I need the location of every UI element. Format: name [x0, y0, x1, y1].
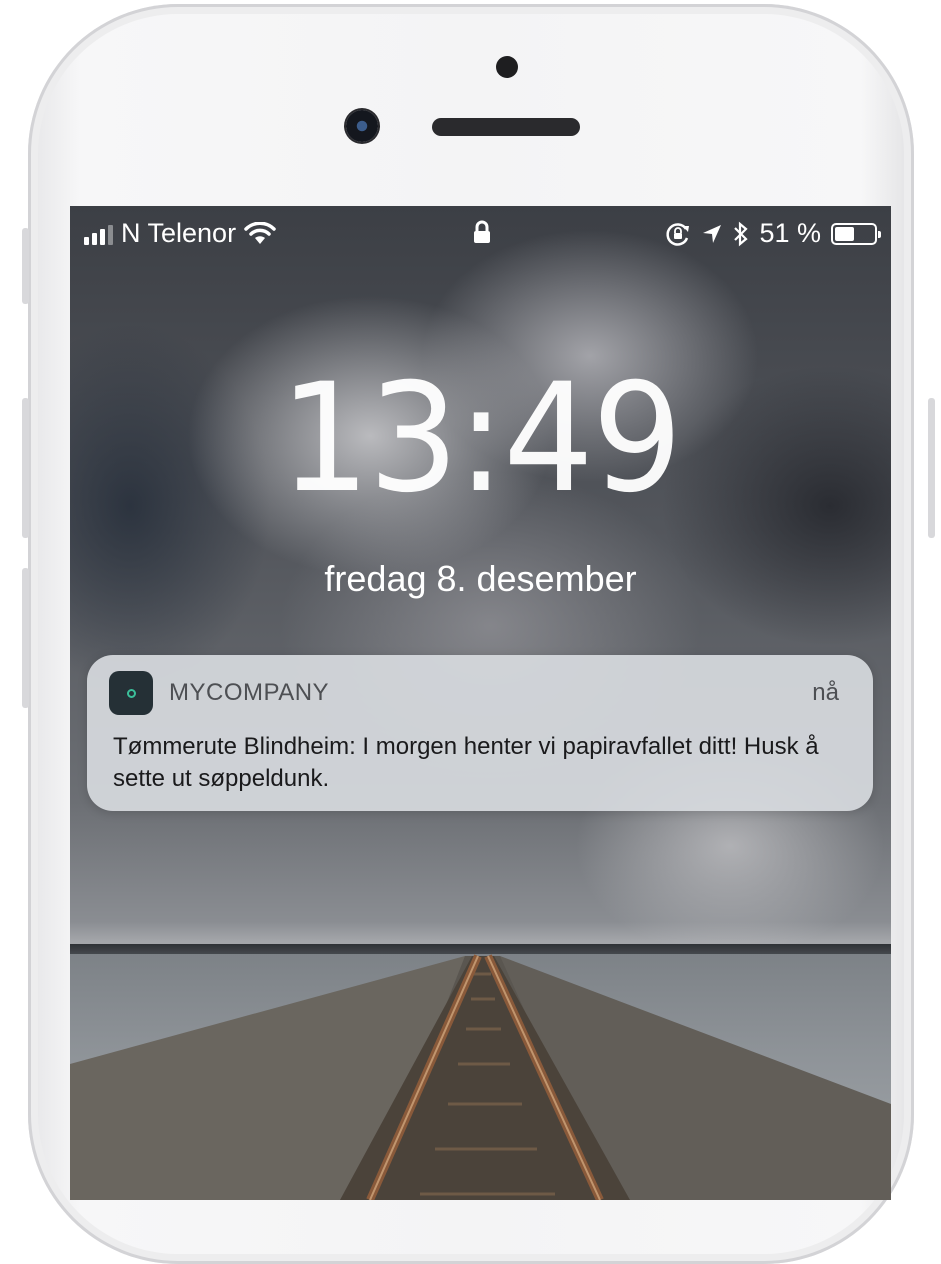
signal-icon [84, 223, 113, 245]
notification-card[interactable]: MYCOMPANY nå Tømmerute Blindheim: I morg… [87, 655, 873, 811]
battery-icon [831, 222, 881, 245]
power-button [928, 398, 935, 538]
status-bar: N Telenor 51 % [70, 206, 891, 262]
proximity-sensor [496, 56, 518, 78]
earpiece-speaker [432, 118, 580, 136]
front-camera [346, 110, 378, 142]
bluetooth-icon [734, 221, 749, 246]
volume-up-button [22, 398, 29, 538]
wallpaper-railway [70, 954, 891, 1200]
lock-screen: N Telenor 51 % 13:49 fredag 8. desember … [70, 206, 891, 1200]
carrier-name: N Telenor [121, 218, 237, 248]
notification-app-name: MYCOMPANY [169, 679, 330, 706]
lock-screen-date: fredag 8. desember [324, 558, 637, 599]
volume-down-button [22, 568, 29, 708]
battery-percent: 51 % [759, 218, 821, 248]
wifi-icon [244, 221, 276, 244]
notification-time: nå [812, 679, 839, 706]
mute-switch [22, 228, 29, 304]
lock-screen-time: 13:49 [279, 352, 683, 526]
location-icon [703, 224, 722, 243]
notification-message: Tømmerute Blindheim: I morgen henter vi … [113, 733, 819, 792]
orientation-lock-icon [666, 222, 690, 246]
lock-icon [474, 220, 490, 243]
app-icon [109, 671, 153, 715]
